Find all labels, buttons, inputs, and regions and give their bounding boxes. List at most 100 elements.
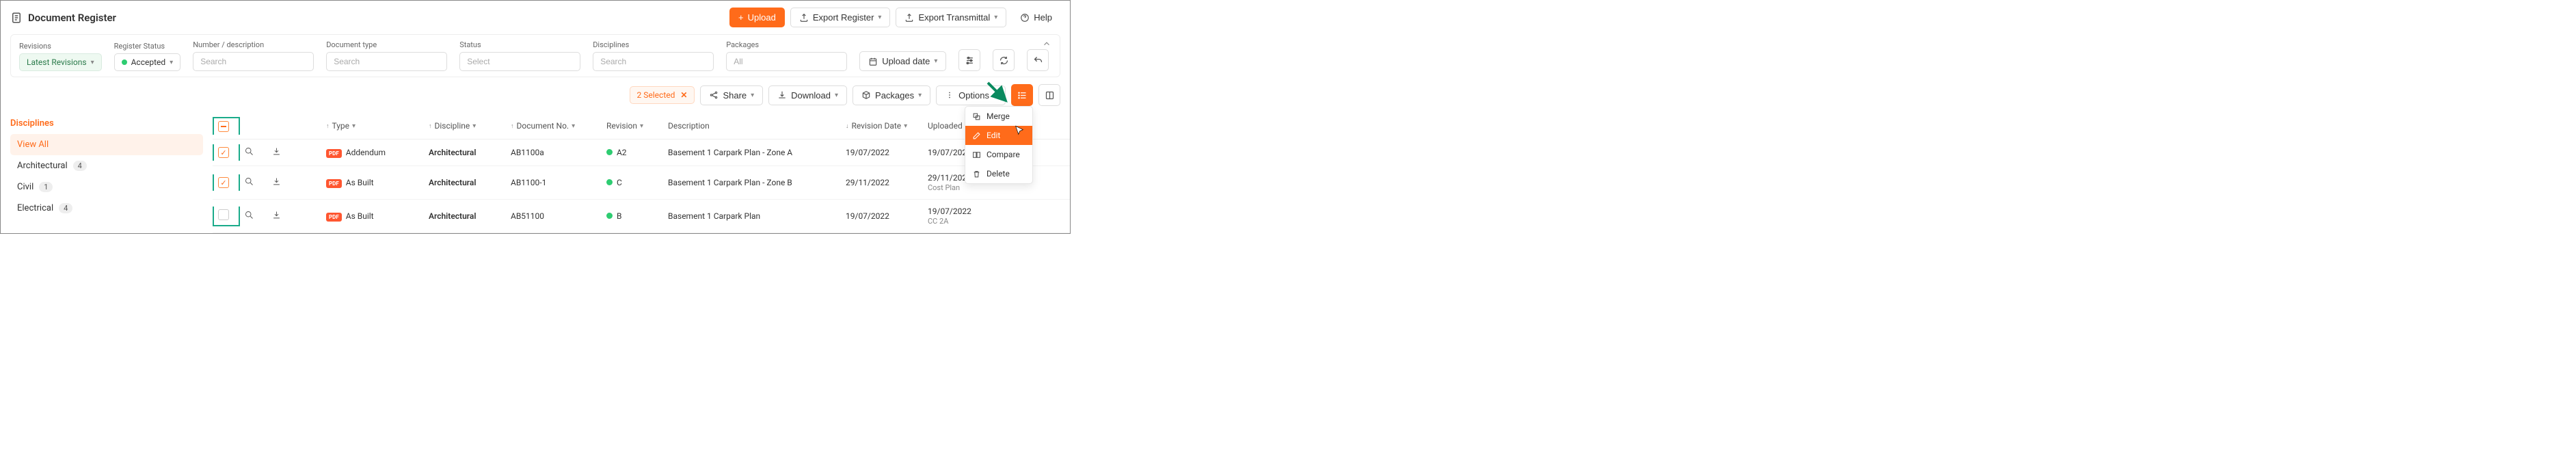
filter-settings-button[interactable] xyxy=(958,49,980,71)
share-button[interactable]: Share ▾ xyxy=(700,85,763,105)
status-dot-icon xyxy=(606,149,613,155)
filter-doctype-input[interactable] xyxy=(326,52,447,71)
compare-icon xyxy=(972,150,981,159)
filter-register-status[interactable]: Accepted ▾ xyxy=(114,53,181,71)
dots-vertical-icon xyxy=(945,90,954,100)
sidebar-item-count: 4 xyxy=(73,161,87,171)
calendar-icon xyxy=(868,57,878,66)
row-description: Basement 1 Carpark Plan xyxy=(664,209,842,224)
row-discipline: Architectural xyxy=(425,145,507,160)
list-view-button[interactable] xyxy=(1011,84,1033,106)
col-type-label: Type xyxy=(332,121,350,131)
row-preview-button[interactable] xyxy=(240,207,267,225)
help-icon xyxy=(1020,13,1030,23)
trash-icon xyxy=(972,170,981,178)
col-description[interactable]: Description xyxy=(664,118,842,133)
reset-button[interactable] xyxy=(1027,49,1049,71)
row-download-button[interactable] xyxy=(267,144,295,161)
row-description: Basement 1 Carpark Plan - Zone A xyxy=(664,145,842,160)
filter-upload-date[interactable]: Upload date ▾ xyxy=(859,51,946,71)
col-type[interactable]: ↑Type▾ xyxy=(322,118,425,133)
table-row[interactable]: PDFAddendum Architectural AB1100a A2 Bas… xyxy=(213,139,1070,166)
chevron-down-icon: ▾ xyxy=(993,92,997,99)
row-preview-button[interactable] xyxy=(240,144,267,161)
row-checkbox[interactable] xyxy=(213,174,240,191)
refresh-button[interactable] xyxy=(993,49,1015,71)
chevron-down-icon: ▾ xyxy=(751,92,754,99)
upload-button[interactable]: + Upload xyxy=(729,8,785,27)
col-docno-label: Document No. xyxy=(517,121,569,131)
filter-register-status-value: Accepted xyxy=(131,57,166,67)
row-revdate: 19/07/2022 xyxy=(842,145,924,160)
download-button[interactable]: Download ▾ xyxy=(768,85,847,105)
options-menu-compare-label: Compare xyxy=(987,150,1020,159)
filter-disciplines-input[interactable] xyxy=(593,52,714,71)
merge-icon xyxy=(972,112,981,121)
chevron-up-icon xyxy=(1042,39,1051,49)
help-button[interactable]: Help xyxy=(1012,8,1060,27)
row-preview-button[interactable] xyxy=(240,174,267,191)
filter-number-label: Number / description xyxy=(193,40,314,49)
export-register-button[interactable]: Export Register ▾ xyxy=(790,8,891,27)
chevron-down-icon: ▾ xyxy=(572,122,575,130)
row-checkbox[interactable] xyxy=(213,144,240,161)
row-download-button[interactable] xyxy=(267,207,295,225)
filter-status-select[interactable] xyxy=(459,52,580,71)
edit-icon xyxy=(972,131,981,140)
status-dot-icon xyxy=(122,59,127,65)
row-description: Basement 1 Carpark Plan - Zone B xyxy=(664,175,842,190)
col-discipline-label: Discipline xyxy=(435,121,470,131)
options-menu-edit-label: Edit xyxy=(987,131,1000,140)
chevron-down-icon: ▾ xyxy=(904,122,907,130)
download-icon xyxy=(271,176,282,187)
mouse-cursor xyxy=(1014,125,1025,136)
col-discipline[interactable]: ↑Discipline▾ xyxy=(425,118,507,133)
row-revision: C xyxy=(602,175,664,190)
chevron-down-icon: ▾ xyxy=(91,59,94,66)
filter-revisions[interactable]: Latest Revisions ▾ xyxy=(19,53,102,71)
select-all-checkbox[interactable] xyxy=(213,117,240,135)
pdf-icon: PDF xyxy=(326,213,342,222)
clear-selection-button[interactable]: ✕ xyxy=(680,90,687,100)
row-type: PDFAs Built xyxy=(322,175,425,191)
options-menu-delete[interactable]: Delete xyxy=(965,164,1032,183)
table-row[interactable]: PDFAs Built Architectural AB1100-1 C Bas… xyxy=(213,166,1070,200)
filter-number-input[interactable] xyxy=(193,52,314,71)
col-revision[interactable]: Revision▾ xyxy=(602,118,664,133)
package-icon xyxy=(861,90,871,100)
download-icon xyxy=(271,210,282,220)
share-label: Share xyxy=(723,90,747,101)
sidebar-item-view-all[interactable]: View All xyxy=(10,134,203,155)
options-button[interactable]: Options ▾ xyxy=(936,85,1006,105)
col-docno[interactable]: ↑Document No.▾ xyxy=(507,118,602,133)
filter-status-label: Register Status xyxy=(114,42,181,51)
sort-asc-icon: ↑ xyxy=(429,122,432,130)
col-revdate[interactable]: ↓Revision Date▾ xyxy=(842,118,924,133)
packages-button[interactable]: Packages ▾ xyxy=(853,85,930,105)
row-checkbox[interactable] xyxy=(213,207,240,226)
sort-asc-icon: ↑ xyxy=(326,122,330,130)
search-icon xyxy=(244,146,254,157)
row-download-button[interactable] xyxy=(267,174,295,191)
upload-label: Upload xyxy=(748,12,776,23)
filter-packages-label: Packages xyxy=(726,40,847,49)
chevron-down-icon: ▾ xyxy=(835,92,838,99)
export-transmittal-button[interactable]: Export Transmittal ▾ xyxy=(896,8,1006,27)
collapse-filters-button[interactable] xyxy=(1042,39,1051,51)
sidebar-title: Disciplines xyxy=(10,118,203,129)
filter-packages-select[interactable] xyxy=(726,52,847,71)
sidebar-item-civil[interactable]: Civil 1 xyxy=(10,176,203,198)
help-label: Help xyxy=(1034,12,1052,23)
table-row[interactable]: PDFAs Built Architectural AB51100 B Base… xyxy=(213,200,1070,233)
options-menu-delete-label: Delete xyxy=(987,169,1010,178)
sidebar-item-electrical[interactable]: Electrical 4 xyxy=(10,198,203,219)
export-transmittal-label: Export Transmittal xyxy=(918,12,990,23)
panel-view-button[interactable] xyxy=(1038,84,1060,106)
options-menu: Merge Edit Compare Delete xyxy=(965,106,1033,184)
options-menu-merge[interactable]: Merge xyxy=(965,107,1032,126)
sidebar-item-architectural[interactable]: Architectural 4 xyxy=(10,155,203,176)
page-title-text: Document Register xyxy=(28,12,116,24)
options-menu-compare[interactable]: Compare xyxy=(965,145,1032,164)
col-description-label: Description xyxy=(668,121,710,131)
export-register-label: Export Register xyxy=(813,12,874,23)
